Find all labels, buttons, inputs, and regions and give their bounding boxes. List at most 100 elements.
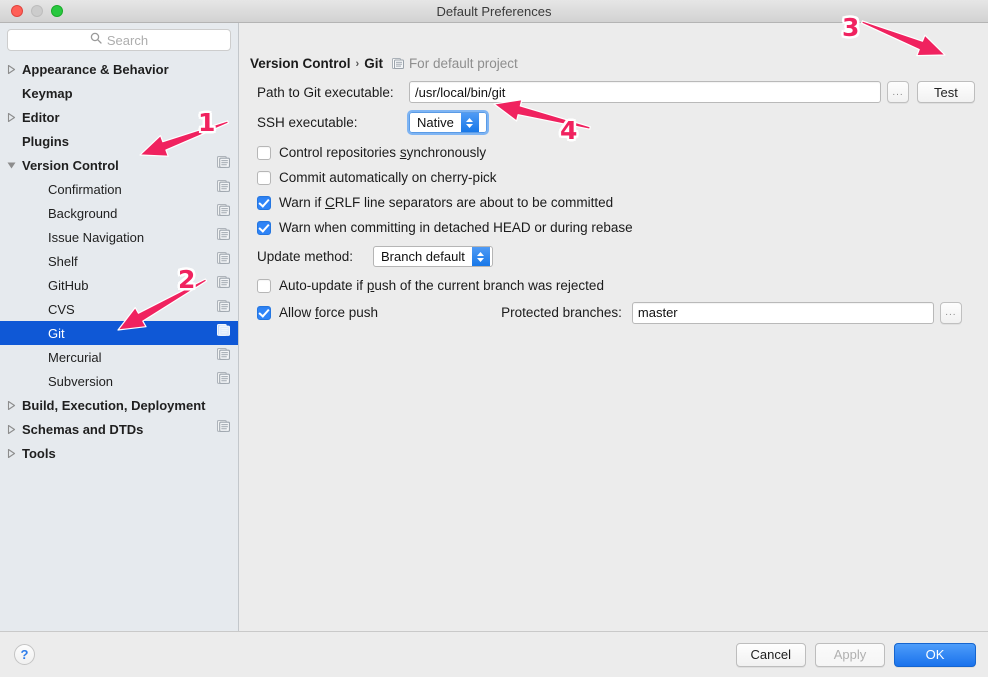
copy-settings-icon[interactable] — [217, 276, 230, 294]
settings-content: Version Control › Git For default projec… — [239, 23, 988, 631]
apply-button: Apply — [815, 642, 885, 667]
sidebar-item-github[interactable]: GitHub — [0, 273, 238, 297]
copy-settings-icon[interactable] — [217, 251, 230, 270]
breadcrumb-parent[interactable]: Version Control — [250, 56, 351, 71]
allow-force-push-row: Allow force push Protected branches: mas… — [257, 300, 976, 325]
commit-automatically-on-cherry-pick-row[interactable]: Commit automatically on cherry-pick — [257, 165, 976, 190]
copy-settings-icon[interactable] — [217, 156, 230, 174]
warn-if-crlf-line-separators-row[interactable]: Warn if CRLF line separators are about t… — [257, 190, 976, 215]
protected-branches-label: Protected branches: — [501, 305, 622, 320]
warn-when-committing-detached-head-checkbox[interactable] — [257, 220, 271, 235]
sidebar-item-label: Tools — [22, 445, 56, 461]
sidebar-item-git[interactable]: Git — [0, 321, 238, 345]
chevron-right-icon[interactable] — [0, 112, 22, 122]
control-repositories-synchronously-label: Control repositories synchronously — [279, 145, 487, 160]
search-container: Search — [0, 23, 238, 56]
update-method-label: Update method: — [257, 249, 354, 264]
window-titlebar: Default Preferences — [0, 0, 988, 23]
search-input[interactable]: Search — [7, 29, 231, 51]
sidebar-item-editor[interactable]: Editor — [0, 105, 238, 129]
control-repositories-synchronously-row[interactable]: Control repositories synchronously — [257, 140, 976, 165]
update-method-combo[interactable]: Branch default — [373, 246, 493, 267]
chevron-right-icon[interactable] — [0, 64, 22, 74]
sidebar-item-tools[interactable]: Tools — [0, 441, 238, 465]
copy-settings-icon[interactable] — [217, 420, 230, 438]
copy-settings-icon[interactable] — [217, 300, 230, 318]
breadcrumb-scope-note: For default project — [408, 56, 518, 71]
copy-settings-icon[interactable] — [217, 180, 230, 198]
sidebar-item-build-execution-deployment[interactable]: Build, Execution, Deployment — [0, 393, 238, 417]
sidebar-item-confirmation[interactable]: Confirmation — [0, 177, 238, 201]
auto-update-row[interactable]: Auto-update if push of the current branc… — [257, 273, 976, 298]
ssh-executable-combo[interactable]: Native — [407, 110, 489, 135]
cancel-button[interactable]: Cancel — [735, 642, 806, 667]
chevron-right-icon[interactable] — [0, 448, 22, 458]
copy-settings-icon[interactable] — [217, 324, 230, 342]
sidebar-item-label: Editor — [22, 109, 60, 125]
auto-update-checkbox[interactable] — [257, 278, 271, 293]
sidebar-item-subversion[interactable]: Subversion — [0, 369, 238, 393]
sidebar-item-label: Plugins — [22, 133, 69, 149]
breadcrumb-current: Git — [364, 56, 383, 71]
chevron-right-icon[interactable] — [0, 400, 22, 410]
control-repositories-synchronously-checkbox[interactable] — [257, 145, 271, 160]
git-settings-form: Path to Git executable: /usr/local/bin/g… — [257, 81, 976, 325]
sidebar-item-mercurial[interactable]: Mercurial — [0, 345, 238, 369]
sidebar-item-label: Background — [48, 205, 118, 221]
sidebar-item-label: CVS — [48, 301, 75, 317]
chevron-down-icon[interactable] — [0, 161, 22, 170]
sidebar-item-label: GitHub — [48, 277, 89, 293]
git-path-browse-button[interactable]: ... — [887, 81, 909, 103]
copy-settings-icon[interactable] — [217, 348, 230, 366]
copy-settings-icon[interactable] — [217, 228, 230, 246]
git-path-input[interactable]: /usr/local/bin/git — [409, 81, 881, 103]
warn-when-committing-detached-head-label: Warn when committing in detached HEAD or… — [279, 220, 633, 235]
traffic-lights — [0, 5, 63, 17]
allow-force-push-label: Allow force push — [279, 305, 379, 320]
sidebar-item-keymap[interactable]: Keymap — [0, 81, 238, 105]
sidebar-item-version-control[interactable]: Version Control — [0, 153, 238, 177]
update-method-value: Branch default — [381, 249, 465, 264]
test-button[interactable]: Test — [917, 81, 975, 103]
window-title: Default Preferences — [436, 3, 552, 19]
minimize-window-button — [31, 5, 43, 17]
sidebar-item-label: Confirmation — [48, 181, 122, 197]
combo-stepper-arrows-icon — [460, 113, 479, 132]
breadcrumb: Version Control › Git For default projec… — [250, 56, 518, 71]
sidebar-item-issue-navigation[interactable]: Issue Navigation — [0, 225, 238, 249]
close-window-button[interactable] — [11, 5, 23, 17]
sidebar-item-appearance-behavior[interactable]: Appearance & Behavior — [0, 57, 238, 81]
sidebar-item-label: Subversion — [48, 373, 114, 389]
protected-branches-browse-button[interactable]: ... — [939, 301, 962, 324]
allow-force-push-checkbox[interactable] — [257, 305, 271, 320]
sidebar-item-label: Appearance & Behavior — [22, 61, 169, 77]
sidebar-item-label: Issue Navigation — [48, 229, 145, 245]
chevron-right-icon[interactable] — [0, 424, 22, 434]
auto-update-label: Auto-update if push of the current branc… — [279, 278, 604, 293]
commit-automatically-on-cherry-pick-checkbox[interactable] — [257, 170, 271, 185]
warn-when-committing-detached-head-row[interactable]: Warn when committing in detached HEAD or… — [257, 215, 976, 240]
git-checkbox-list: Control repositories synchronously Commit… — [257, 140, 976, 240]
settings-sidebar: Search Appearance & Behavior Keymap Editor… — [0, 23, 239, 631]
sidebar-item-background[interactable]: Background — [0, 201, 238, 225]
ok-button[interactable]: OK — [894, 642, 976, 667]
copy-settings-icon[interactable] — [217, 204, 230, 222]
git-path-label: Path to Git executable: — [257, 84, 394, 100]
sidebar-item-shelf[interactable]: Shelf — [0, 249, 238, 273]
dialog-footer: ? Cancel Apply OK — [0, 631, 988, 677]
ssh-executable-row: SSH executable: Native — [257, 110, 976, 135]
zoom-window-button[interactable] — [51, 5, 63, 17]
sidebar-item-label: Build, Execution, Deployment — [22, 397, 206, 413]
copy-settings-icon[interactable] — [217, 372, 230, 390]
protected-branches-input[interactable]: master — [631, 301, 934, 324]
warn-if-crlf-line-separators-label: Warn if CRLF line separators are about t… — [279, 195, 614, 210]
warn-if-crlf-line-separators-checkbox[interactable] — [257, 195, 271, 210]
help-button[interactable]: ? — [14, 644, 35, 665]
combo-stepper-arrows-icon — [471, 247, 490, 266]
sidebar-item-label: Version Control — [22, 157, 119, 173]
sidebar-item-schemas-and-dtds[interactable]: Schemas and DTDs — [0, 417, 238, 441]
sidebar-item-plugins[interactable]: Plugins — [0, 129, 238, 153]
copy-settings-icon[interactable] — [391, 57, 404, 70]
breadcrumb-separator-icon: › — [355, 57, 360, 70]
sidebar-item-cvs[interactable]: CVS — [0, 297, 238, 321]
